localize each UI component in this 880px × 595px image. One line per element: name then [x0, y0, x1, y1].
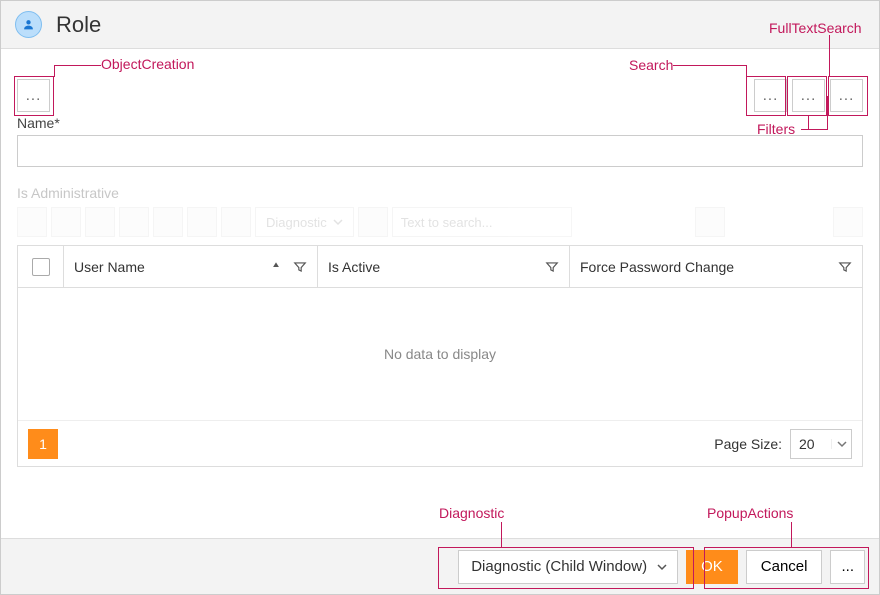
select-all-checkbox[interactable] [32, 258, 50, 276]
ghost-add-button[interactable] [17, 207, 47, 237]
chevron-down-icon [657, 562, 667, 572]
ghost-link-button[interactable] [51, 207, 81, 237]
page-size-value: 20 [791, 436, 831, 452]
col-user-name[interactable]: User Name [64, 246, 318, 287]
role-icon [15, 11, 42, 38]
ghost-diagnostic-chip[interactable]: Diagnostic [255, 207, 354, 237]
grid-header: User Name Is Active Force Password Chang… [18, 246, 862, 288]
ok-button[interactable]: OK [686, 550, 738, 584]
sort-asc-icon[interactable] [269, 260, 283, 274]
filter-icon[interactable] [545, 260, 559, 274]
ghost-search-input[interactable]: Text to search... [392, 207, 572, 237]
page-1-button[interactable]: 1 [28, 429, 58, 459]
more-actions-button[interactable]: ... [830, 550, 865, 584]
page-title: Role [56, 12, 101, 38]
col-active-label: Is Active [328, 259, 380, 275]
full-text-search-button[interactable]: ... [830, 79, 863, 112]
filter-icon[interactable] [838, 260, 852, 274]
filters-button[interactable]: ... [792, 79, 825, 112]
name-label: Name* [17, 115, 863, 131]
users-grid: User Name Is Active Force Password Chang… [17, 245, 863, 467]
form: Name* [1, 109, 879, 177]
diagnostic-dropdown[interactable]: Diagnostic (Child Window) [458, 550, 678, 584]
ghost-unlink-button[interactable] [85, 207, 115, 237]
name-input[interactable] [17, 135, 863, 167]
ghost-overflow-button[interactable] [833, 207, 863, 237]
ghost-export-button[interactable] [153, 207, 183, 237]
col-force-password[interactable]: Force Password Change [570, 246, 862, 287]
window-header: Role [1, 1, 879, 49]
search-button[interactable]: ... [754, 79, 787, 112]
ghost-chip-label: Diagnostic [266, 215, 327, 230]
cancel-button[interactable]: Cancel [746, 550, 823, 584]
col-is-active[interactable]: Is Active [318, 246, 570, 287]
toolbar: ... ... ... ... [1, 49, 879, 109]
filter-icon[interactable] [293, 260, 307, 274]
ghost-search-go[interactable] [695, 207, 725, 237]
ghost-more-button-2[interactable] [221, 207, 251, 237]
ghost-more-button-1[interactable] [187, 207, 217, 237]
diagnostic-dropdown-label: Diagnostic (Child Window) [471, 558, 647, 575]
is-administrative-label: Is Administrative [1, 177, 879, 207]
ghost-delete-button[interactable] [119, 207, 149, 237]
object-creation-button[interactable]: ... [17, 79, 50, 112]
grid-toolbar: Diagnostic Text to search... [1, 207, 879, 245]
col-user-label: User Name [74, 259, 145, 275]
select-all-cell[interactable] [18, 246, 64, 287]
grid-footer: 1 Page Size: 20 [18, 420, 862, 466]
col-force-label: Force Password Change [580, 259, 734, 275]
chevron-down-icon [831, 439, 851, 449]
ghost-more-button-3[interactable] [358, 207, 388, 237]
footer: Diagnostic (Child Window) OK Cancel ... [1, 538, 879, 594]
page-size-label: Page Size: [714, 436, 782, 452]
page-size-select[interactable]: 20 [790, 429, 852, 459]
chevron-down-icon [333, 217, 343, 227]
grid-empty-message: No data to display [18, 288, 862, 420]
